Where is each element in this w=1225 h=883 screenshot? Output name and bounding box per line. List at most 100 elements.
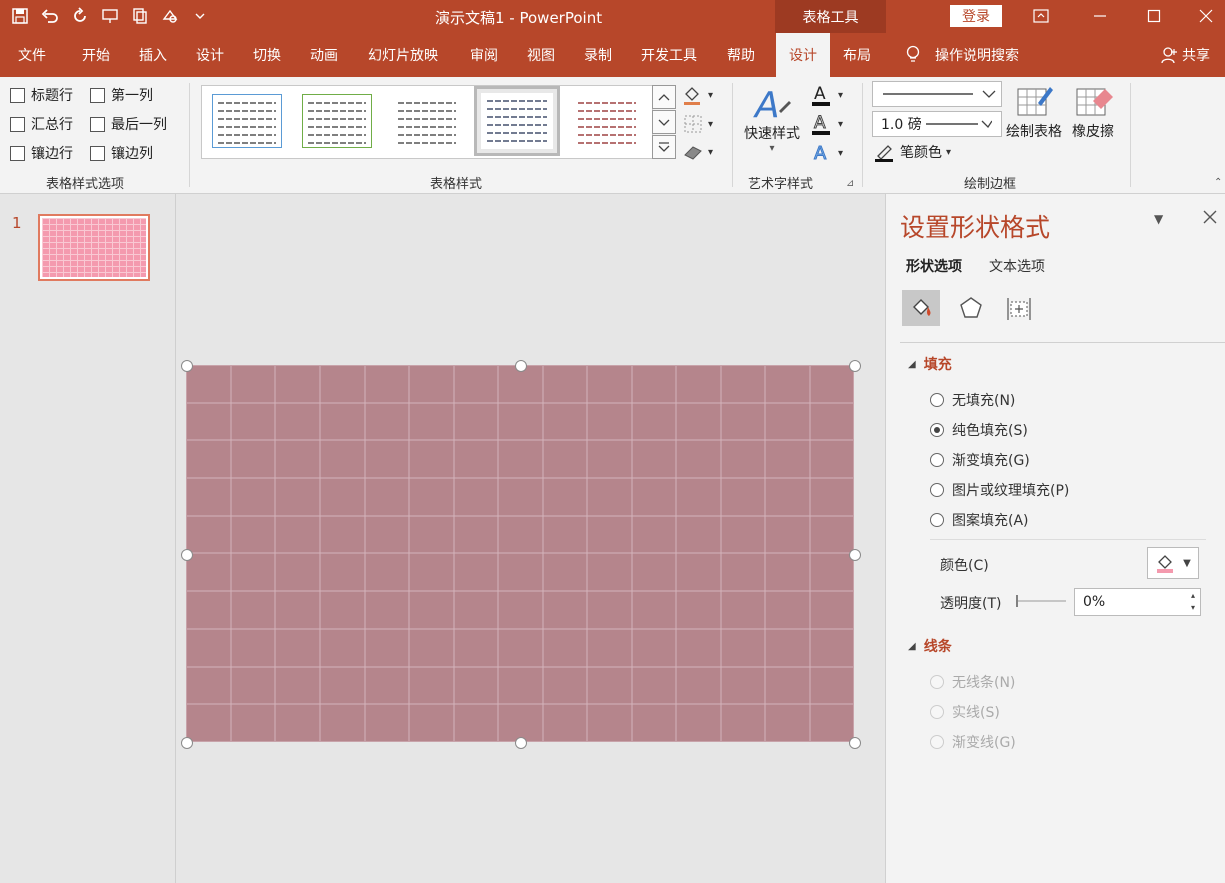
resize-handle-bottom[interactable] bbox=[515, 737, 527, 749]
customize-toolbar-icon[interactable] bbox=[188, 4, 212, 28]
tab-animations[interactable]: 动画 bbox=[310, 33, 338, 77]
tab-view[interactable]: 视图 bbox=[527, 33, 555, 77]
tab-slideshow[interactable]: 幻灯片放映 bbox=[368, 33, 438, 77]
resize-handle-left[interactable] bbox=[181, 549, 193, 561]
close-window-icon[interactable] bbox=[1191, 4, 1221, 28]
resize-handle-top-right[interactable] bbox=[849, 360, 861, 372]
tab-record[interactable]: 录制 bbox=[584, 33, 612, 77]
gallery-more-icon[interactable] bbox=[652, 135, 676, 159]
tab-review[interactable]: 审阅 bbox=[470, 33, 498, 77]
text-outline-button[interactable]: A ▾ bbox=[810, 112, 843, 136]
tab-shape-options[interactable]: 形状选项 bbox=[906, 256, 962, 276]
svg-text:A: A bbox=[814, 113, 826, 133]
present-from-start-icon[interactable] bbox=[98, 4, 122, 28]
paint-bucket-icon bbox=[684, 87, 700, 105]
table-styles-gallery bbox=[201, 85, 653, 159]
tab-table-design[interactable]: 设计 bbox=[776, 33, 830, 77]
resize-handle-top-left[interactable] bbox=[181, 360, 193, 372]
tell-me-search[interactable]: 操作说明搜索 bbox=[905, 33, 1019, 77]
login-button[interactable]: 登录 bbox=[950, 5, 1002, 27]
tab-home[interactable]: 开始 bbox=[82, 33, 110, 77]
resize-handle-top[interactable] bbox=[515, 360, 527, 372]
transparency-input[interactable]: 0% ▴ ▾ bbox=[1074, 588, 1201, 616]
tab-transitions[interactable]: 切换 bbox=[253, 33, 281, 77]
fill-section-header[interactable]: ◢ 填充 bbox=[908, 354, 952, 374]
pen-weight-select[interactable]: 1.0 磅 bbox=[872, 111, 1002, 137]
ribbon-display-options-icon[interactable] bbox=[1026, 4, 1056, 28]
svg-text:A: A bbox=[753, 85, 780, 123]
slide-thumbnail-pane: 1 bbox=[0, 194, 176, 883]
shapes-icon[interactable] bbox=[158, 4, 182, 28]
share-label: 共享 bbox=[1182, 48, 1210, 64]
fill-color-picker[interactable]: ▼ bbox=[1147, 547, 1199, 579]
tab-developer[interactable]: 开发工具 bbox=[641, 33, 697, 77]
checkbox-banded-rows[interactable]: 镶边行 bbox=[10, 143, 73, 163]
effects-category-icon[interactable] bbox=[952, 290, 990, 326]
undo-icon[interactable] bbox=[38, 4, 62, 28]
quick-access-toolbar bbox=[8, 4, 212, 28]
resize-handle-right[interactable] bbox=[849, 549, 861, 561]
pane-options-dropdown-icon[interactable]: ▼ bbox=[1154, 212, 1163, 226]
effects-button[interactable]: ▾ bbox=[682, 141, 713, 163]
pen-icon bbox=[875, 145, 893, 162]
close-pane-icon[interactable] bbox=[1203, 210, 1217, 228]
tab-table-layout[interactable]: 布局 bbox=[843, 33, 871, 77]
group-label-style-options: 表格样式选项 bbox=[46, 177, 125, 192]
checkbox-header-row[interactable]: 标题行 bbox=[10, 85, 73, 105]
table-style-plain[interactable] bbox=[392, 94, 462, 148]
checkbox-total-row[interactable]: 汇总行 bbox=[10, 114, 73, 134]
fill-line-category-icon[interactable] bbox=[902, 290, 940, 326]
tab-help[interactable]: 帮助 bbox=[727, 33, 755, 77]
tab-insert[interactable]: 插入 bbox=[139, 33, 167, 77]
size-properties-category-icon[interactable] bbox=[1000, 290, 1038, 326]
table-style-selected[interactable] bbox=[474, 86, 560, 156]
transparency-spinner-icon[interactable]: ▴ ▾ bbox=[1191, 590, 1195, 614]
maximize-icon[interactable] bbox=[1139, 4, 1169, 28]
radio-solid-line: 实线(S) bbox=[930, 702, 1000, 722]
wordart-dialog-launcher-icon[interactable]: ⊿ bbox=[846, 178, 854, 189]
gallery-scroll-up-icon[interactable] bbox=[652, 85, 676, 109]
slide-thumbnail-1[interactable] bbox=[38, 214, 150, 281]
shading-button[interactable]: ▾ bbox=[682, 84, 713, 106]
table-style-blue[interactable] bbox=[212, 94, 282, 148]
tab-design[interactable]: 设计 bbox=[196, 33, 224, 77]
color-label: 颜色(C) bbox=[940, 558, 989, 574]
resize-handle-bottom-left[interactable] bbox=[181, 737, 193, 749]
radio-pattern-fill[interactable]: 图案填充(A) bbox=[930, 510, 1029, 530]
collapse-ribbon-icon[interactable]: ⌃ bbox=[1214, 177, 1222, 188]
lightbulb-icon bbox=[906, 45, 920, 62]
gallery-scroll-down-icon[interactable] bbox=[652, 110, 676, 134]
table-style-green[interactable] bbox=[302, 94, 372, 148]
quick-styles-button[interactable]: A 快速样式 ▾ bbox=[744, 83, 800, 154]
radio-solid-fill[interactable]: 纯色填充(S) bbox=[930, 420, 1028, 440]
pen-color-button[interactable]: 笔颜色 ▾ bbox=[874, 142, 951, 162]
share-button[interactable]: 共享 bbox=[1160, 33, 1210, 77]
tab-file[interactable]: 文件 bbox=[18, 33, 46, 77]
pen-style-select[interactable] bbox=[872, 81, 1002, 107]
borders-button[interactable]: ▾ bbox=[682, 113, 713, 135]
checkbox-banded-columns[interactable]: 镶边列 bbox=[90, 143, 153, 163]
checkbox-last-column[interactable]: 最后一列 bbox=[90, 114, 167, 134]
table-style-red[interactable] bbox=[572, 94, 642, 148]
pane-title: 设置形状格式 bbox=[900, 213, 1051, 242]
minimize-icon[interactable] bbox=[1085, 4, 1115, 28]
save-icon[interactable] bbox=[8, 4, 32, 28]
copy-format-icon[interactable] bbox=[128, 4, 152, 28]
table-shape[interactable] bbox=[186, 365, 854, 742]
tab-text-options[interactable]: 文本选项 bbox=[989, 256, 1045, 276]
radio-no-fill[interactable]: 无填充(N) bbox=[930, 390, 1015, 410]
text-fill-button[interactable]: A ▾ bbox=[810, 83, 843, 107]
resize-handle-bottom-right[interactable] bbox=[849, 737, 861, 749]
svg-text:A: A bbox=[814, 84, 826, 104]
radio-no-line: 无线条(N) bbox=[930, 672, 1015, 692]
transparency-slider[interactable] bbox=[1016, 594, 1068, 608]
draw-table-button[interactable]: 绘制表格 bbox=[1006, 83, 1062, 141]
line-section-header[interactable]: ◢ 线条 bbox=[908, 636, 952, 656]
text-effects-button[interactable]: A ▾ bbox=[810, 141, 844, 165]
radio-picture-texture-fill[interactable]: 图片或纹理填充(P) bbox=[930, 480, 1069, 500]
checkbox-first-column[interactable]: 第一列 bbox=[90, 85, 153, 105]
person-icon bbox=[1161, 47, 1177, 64]
radio-gradient-fill[interactable]: 渐变填充(G) bbox=[930, 450, 1030, 470]
redo-icon[interactable] bbox=[68, 4, 92, 28]
eraser-button[interactable]: 橡皮擦 bbox=[1072, 83, 1114, 141]
